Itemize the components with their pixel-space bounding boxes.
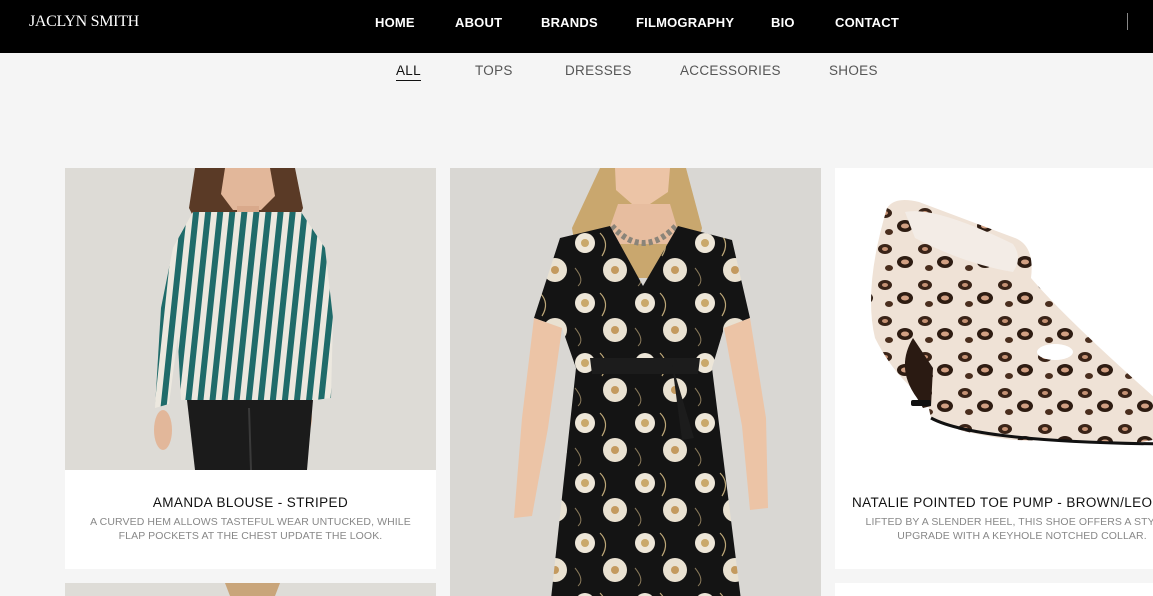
product-title[interactable]: NATALIE POINTED TOE PUMP - BROWN/LEOPARD xyxy=(852,495,1153,510)
dress-photo xyxy=(450,168,821,596)
nav-filmography[interactable]: FILMOGRAPHY xyxy=(636,15,734,30)
nav-bio[interactable]: BIO xyxy=(771,15,795,30)
category-filters: ALL TOPS DRESSES ACCESSORIES SHOES xyxy=(0,63,1153,83)
nav-contact[interactable]: CONTACT xyxy=(835,15,899,30)
product-title[interactable]: AMANDA BLOUSE - STRIPED xyxy=(65,495,436,510)
product-description: LIFTED BY A SLENDER HEEL, THIS SHOE OFFE… xyxy=(865,516,1153,542)
nav-brands[interactable]: BRANDS xyxy=(541,15,598,30)
filter-shoes[interactable]: SHOES xyxy=(829,63,878,80)
nav-home[interactable]: HOME xyxy=(375,15,415,30)
product-image-blouse[interactable] xyxy=(65,168,436,470)
filter-tops[interactable]: TOPS xyxy=(475,63,513,80)
nav-about[interactable]: ABOUT xyxy=(455,15,502,30)
blouse-photo xyxy=(65,168,436,470)
filter-accessories[interactable]: ACCESSORIES xyxy=(680,63,781,80)
product-card[interactable]: NATALIE POINTED TOE PUMP - BROWN/LEOPARD… xyxy=(835,168,1153,569)
nav-divider xyxy=(1127,13,1128,30)
product-description: A CURVED HEM ALLOWS TASTEFUL WEAR UNTUCK… xyxy=(90,516,411,542)
product-image-pump[interactable] xyxy=(835,168,1153,470)
filter-all[interactable]: ALL xyxy=(396,63,421,81)
main-nav: HOME ABOUT BRANDS FILMOGRAPHY BIO CONTAC… xyxy=(0,15,1153,31)
product-card[interactable]: AMANDA BLOUSE - STRIPED A CURVED HEM ALL… xyxy=(65,168,436,569)
product-card[interactable] xyxy=(835,583,1153,596)
product-image-partial xyxy=(65,583,436,596)
product-card[interactable] xyxy=(450,168,821,596)
product-image-dress[interactable] xyxy=(450,168,821,596)
product-card[interactable] xyxy=(65,583,436,596)
top-navigation-bar: JACLYN SMITH HOME ABOUT BRANDS FILMOGRAP… xyxy=(0,0,1153,53)
pump-photo xyxy=(835,168,1153,470)
filter-dresses[interactable]: DRESSES xyxy=(565,63,632,80)
